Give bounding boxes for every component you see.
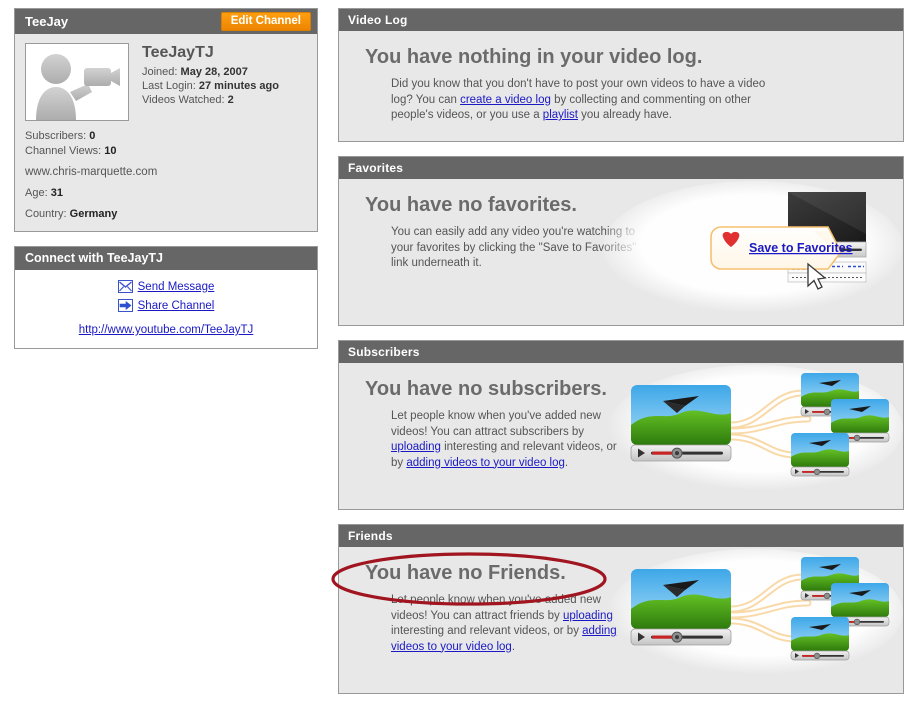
channel-views-label: Channel Views: bbox=[25, 145, 102, 157]
joined-label: Joined: bbox=[142, 66, 178, 78]
age-value: 31 bbox=[50, 187, 63, 199]
last-login-row: Last Login: 27 minutes ago bbox=[142, 79, 279, 93]
arrow-right-icon bbox=[117, 299, 133, 312]
videos-watched-row: Videos Watched: 2 bbox=[142, 93, 279, 107]
send-message-row[interactable]: Send Message bbox=[15, 280, 317, 293]
video-log-heading: You have nothing in your video log. bbox=[365, 46, 703, 68]
video-log-header: Video Log bbox=[339, 9, 903, 31]
profile-panel: TeeJay Edit Channel TeeJayTJ Joined: May… bbox=[14, 8, 318, 232]
share-channel-link[interactable]: Share Channel bbox=[138, 300, 215, 312]
subscribers-description: Let people know when you've added new vi… bbox=[339, 409, 629, 487]
main-content: Video Log You have nothing in your video… bbox=[338, 8, 904, 708]
channel-url-link[interactable]: http://www.youtube.com/TeeJayTJ bbox=[79, 324, 254, 336]
profile-username: TeeJayTJ bbox=[142, 44, 214, 61]
channel-url-row[interactable]: http://www.youtube.com/TeeJayTJ bbox=[15, 324, 317, 336]
share-channel-row[interactable]: Share Channel bbox=[15, 299, 317, 312]
country-label: Country: bbox=[25, 208, 67, 220]
sub-text-3: . bbox=[564, 456, 569, 469]
favorites-body: Save to Favorites You have no favorites.… bbox=[339, 179, 903, 326]
age-row: Age: 31 bbox=[25, 186, 307, 201]
friends-header: Friends bbox=[339, 525, 903, 547]
age-label: Age: bbox=[25, 187, 48, 199]
favorites-header: Favorites bbox=[339, 157, 903, 179]
sub-text-1: Let people know when you've added new vi… bbox=[391, 410, 601, 438]
channel-views-row: Channel Views: 10 bbox=[25, 144, 307, 159]
subscribers-illustration bbox=[603, 363, 903, 510]
create-video-log-link[interactable]: create a video log bbox=[460, 94, 551, 106]
channel-views-value: 10 bbox=[104, 145, 117, 157]
fr-text-2: interesting and relevant videos, or by bbox=[391, 625, 583, 637]
favorites-illustration: Save to Favorites bbox=[603, 179, 903, 326]
friends-body: You have no Friends. Let people know whe… bbox=[339, 547, 903, 694]
friends-illustration bbox=[603, 547, 903, 694]
fr-text-3: . bbox=[511, 640, 516, 653]
person-with-camcorder-icon bbox=[36, 54, 120, 120]
send-message-link[interactable]: Send Message bbox=[138, 281, 215, 293]
country-value: Germany bbox=[69, 208, 118, 220]
connect-panel: Connect with TeeJayTJ Send Message Share… bbox=[14, 246, 318, 349]
joined-value: May 28, 2007 bbox=[180, 66, 248, 78]
channel-title: TeeJay bbox=[25, 14, 69, 29]
profile-panel-header: TeeJay Edit Channel bbox=[15, 9, 317, 34]
connect-panel-body: Send Message Share Channel http://www.yo… bbox=[15, 270, 317, 348]
subscribers-header: Subscribers bbox=[339, 341, 903, 363]
subscribers-panel: Subscribers You have no subscribers. Let… bbox=[338, 340, 904, 510]
joined-row: Joined: May 28, 2007 bbox=[142, 65, 279, 79]
avatar bbox=[25, 43, 129, 121]
favorites-description: You can easily add any video you're watc… bbox=[391, 226, 637, 269]
video-log-body: You have nothing in your video log. Did … bbox=[339, 31, 903, 142]
save-to-favorites-callout-text: Save to Favorites bbox=[749, 241, 853, 255]
uploading-link[interactable]: uploading bbox=[391, 441, 441, 453]
subscribers-value: 0 bbox=[89, 130, 96, 142]
friends-description: Let people know when you've added new vi… bbox=[339, 593, 624, 671]
profile-meta: TeeJayTJ Joined: May 28, 2007 Last Login… bbox=[129, 43, 279, 121]
vl-text-3: you already have. bbox=[577, 109, 672, 121]
videos-watched-value: 2 bbox=[227, 94, 234, 106]
channel-page: TeeJay Edit Channel TeeJayTJ Joined: May… bbox=[0, 0, 910, 710]
last-login-label: Last Login: bbox=[142, 80, 196, 92]
profile-stats: Subscribers: 0 Channel Views: 10 www.chr… bbox=[15, 125, 317, 231]
sidebar: TeeJay Edit Channel TeeJayTJ Joined: May… bbox=[14, 8, 318, 349]
profile-summary: TeeJayTJ Joined: May 28, 2007 Last Login… bbox=[15, 34, 317, 125]
favorites-panel: Favorites Save to Favorites You have no … bbox=[338, 156, 904, 326]
profile-website: www.chris-marquette.com bbox=[25, 166, 158, 178]
playlist-link[interactable]: playlist bbox=[543, 109, 578, 121]
connect-panel-header: Connect with TeeJayTJ bbox=[15, 247, 317, 270]
friends-panel: Friends You have no Friends. Let people … bbox=[338, 524, 904, 694]
country-row: Country: Germany bbox=[25, 207, 307, 222]
video-log-description: Did you know that you don't have to post… bbox=[339, 77, 774, 140]
edit-channel-button[interactable]: Edit Channel bbox=[220, 12, 311, 31]
subscribers-row: Subscribers: 0 bbox=[25, 129, 307, 144]
last-login-value: 27 minutes ago bbox=[198, 80, 279, 92]
video-log-panel: Video Log You have nothing in your video… bbox=[338, 8, 904, 142]
videos-watched-label: Videos Watched: bbox=[142, 94, 225, 106]
subscribers-label: Subscribers: bbox=[25, 130, 87, 142]
add-videos-to-video-log-link[interactable]: adding videos to your video log bbox=[406, 457, 565, 469]
subscribers-body: You have no subscribers. Let people know… bbox=[339, 363, 903, 510]
envelope-icon bbox=[117, 280, 133, 293]
